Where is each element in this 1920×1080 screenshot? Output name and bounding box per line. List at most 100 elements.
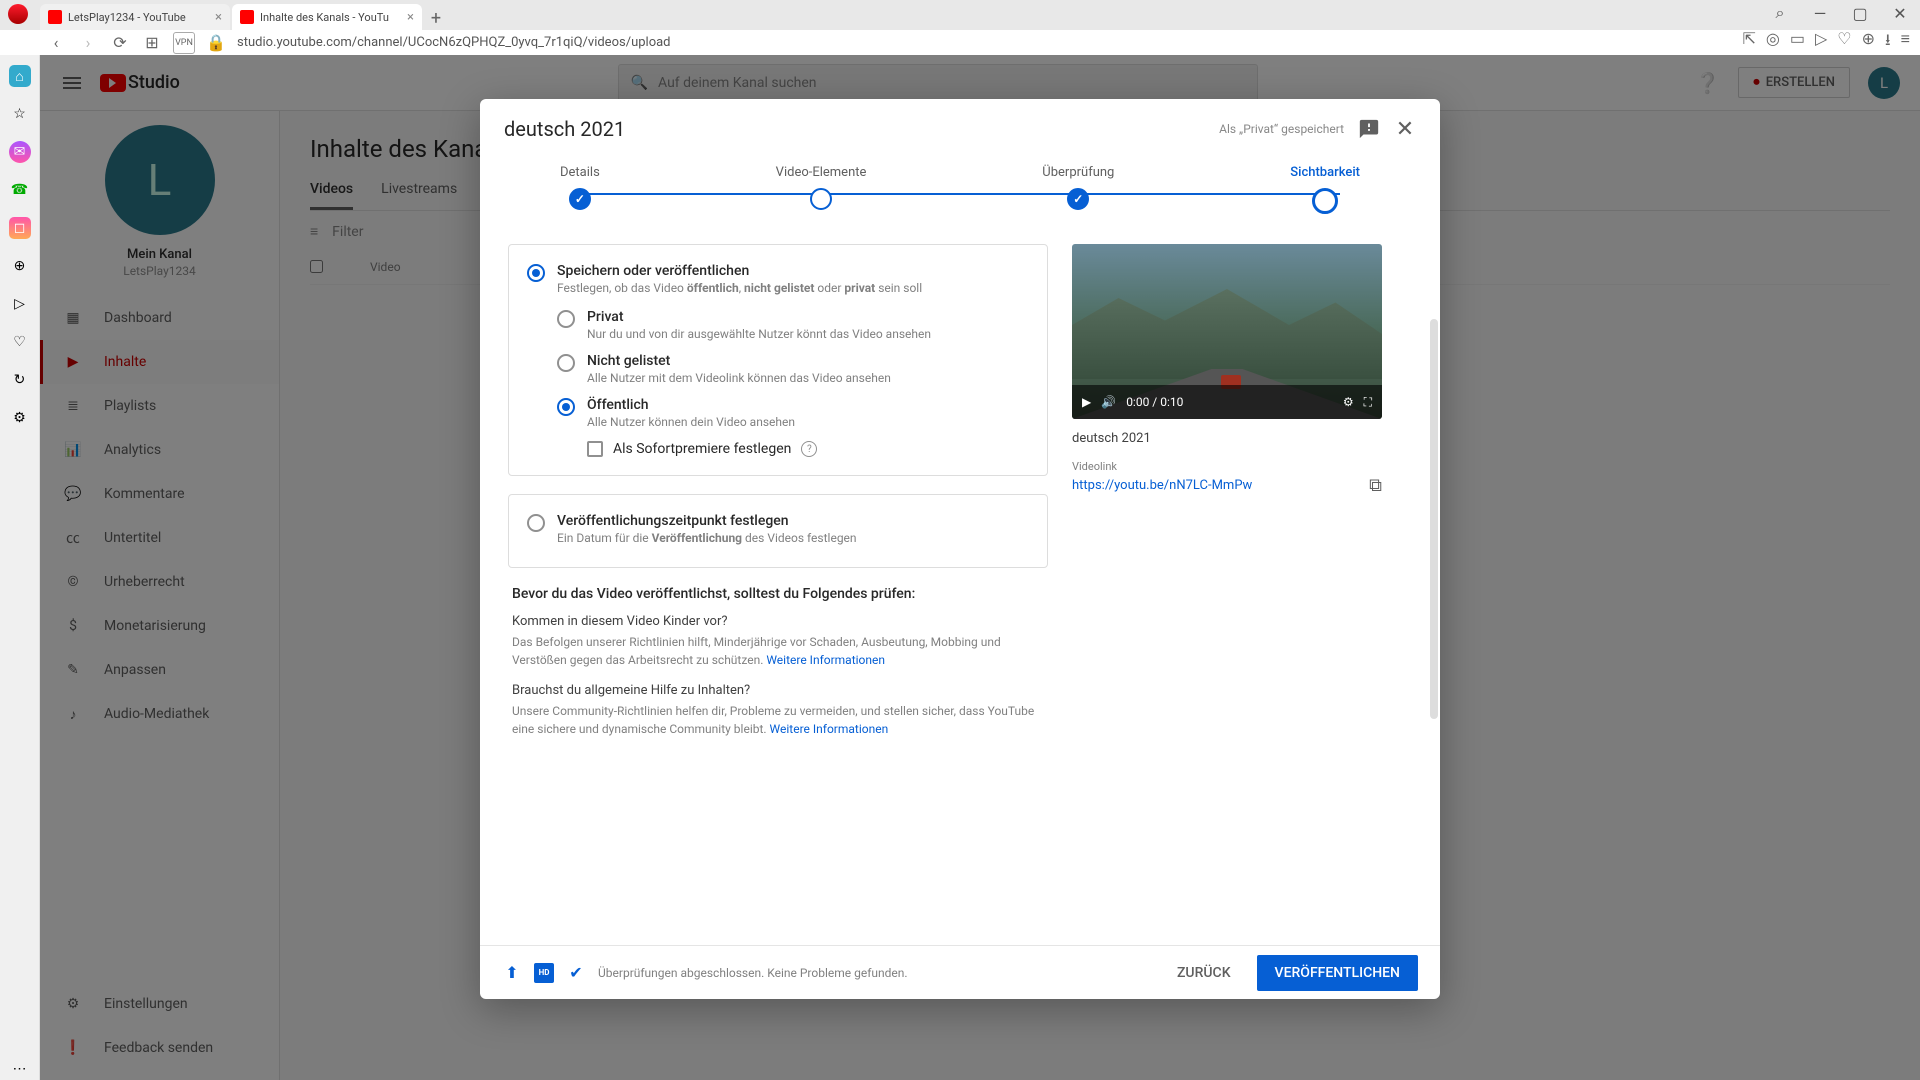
desc-part: sein soll — [875, 281, 922, 295]
desc-part: Ein Datum für die — [557, 531, 652, 545]
toolbar-icon[interactable]: ▷ — [1815, 29, 1827, 56]
new-tab-button[interactable]: + — [424, 6, 448, 30]
desc-part: öffentlich — [687, 281, 739, 295]
step-elements[interactable]: Video-Elemente — [776, 165, 867, 214]
maximize-button[interactable]: ▢ — [1840, 0, 1880, 26]
video-scene — [1072, 289, 1382, 379]
download-icon[interactable]: ⭳ — [1885, 29, 1891, 56]
whatsapp-icon[interactable]: ☎ — [9, 179, 31, 201]
tab-title: LetsPlay1234 - YouTube — [68, 11, 186, 24]
lock-icon[interactable]: 🔒 — [205, 32, 227, 54]
youtube-favicon-icon — [48, 10, 62, 24]
more-icon[interactable]: ⋯ — [9, 1058, 31, 1080]
opera-logo-icon — [8, 4, 28, 24]
toolbar-icon[interactable]: ⇱ — [1742, 29, 1755, 56]
bookmark-icon[interactable]: ☆ — [9, 103, 31, 125]
premiere-checkbox[interactable] — [587, 441, 603, 457]
radio-public[interactable] — [557, 398, 575, 416]
heart-icon[interactable]: ♡ — [1837, 29, 1851, 56]
schedule-card: Veröffentlichungszeitpunkt festlegen Ein… — [508, 494, 1048, 568]
info-text: Das Befolgen unserer Richtlinien hilft, … — [512, 633, 1044, 669]
close-icon[interactable]: ✕ — [1394, 118, 1416, 140]
sidebar-icon[interactable]: ⊕ — [9, 255, 31, 277]
forward-button[interactable]: › — [77, 32, 99, 54]
minimize-button[interactable]: — — [1800, 0, 1840, 26]
option-desc: Alle Nutzer mit dem Videolink können das… — [587, 371, 891, 385]
card-desc: Ein Datum für die Veröffentlichung des V… — [557, 531, 857, 545]
home-icon[interactable]: ⌂ — [9, 65, 31, 87]
youtube-favicon-icon — [240, 10, 254, 24]
video-controls: ▶ 🔊 0:00 / 0:10 ⚙ ⛶ — [1072, 385, 1382, 419]
sidebar-icon[interactable]: ▷ — [9, 293, 31, 315]
close-window-button[interactable]: ✕ — [1880, 0, 1920, 26]
grid-icon[interactable]: ⊞ — [141, 32, 163, 54]
desc-part: oder — [814, 281, 844, 295]
link-label: Videolink — [1072, 460, 1382, 473]
reload-button[interactable]: ⟳ — [109, 32, 131, 54]
step-dot-icon — [1067, 188, 1089, 210]
option-title: Öffentlich — [587, 397, 795, 413]
upload-status-icon: ⬆ — [502, 963, 522, 983]
settings-icon[interactable]: ⚙ — [1343, 395, 1354, 409]
desc-part: nicht gelistet — [744, 281, 814, 295]
fullscreen-icon[interactable]: ⛶ — [1364, 395, 1372, 410]
step-checks[interactable]: Überprüfung — [1042, 165, 1114, 214]
feedback-icon[interactable] — [1358, 118, 1380, 140]
more-info-link[interactable]: Weitere Informationen — [766, 653, 885, 667]
stepper: Details Video-Elemente Überprüfung Sicht… — [480, 159, 1440, 234]
video-preview: ▶ 🔊 0:00 / 0:10 ⚙ ⛶ deutsch 2021 Videoli… — [1072, 244, 1382, 496]
step-dot-icon — [810, 188, 832, 210]
messenger-icon[interactable]: ✉ — [9, 141, 31, 163]
hd-status-icon: HD — [534, 963, 554, 983]
play-icon[interactable]: ▶ — [1082, 395, 1091, 409]
toolbar-icon[interactable]: ◎ — [1766, 29, 1780, 56]
radio-schedule[interactable] — [527, 514, 545, 532]
back-button[interactable]: ‹ — [45, 32, 67, 54]
help-icon[interactable]: ? — [801, 441, 817, 457]
step-label: Überprüfung — [1042, 165, 1114, 180]
browser-chrome: ⌕ — ▢ ✕ LetsPlay1234 - YouTube × Inhalte… — [0, 0, 1920, 55]
step-details[interactable]: Details — [560, 165, 600, 214]
vpn-badge[interactable]: VPN — [173, 32, 195, 54]
toolbar-icon[interactable]: ⊕ — [1862, 29, 1875, 56]
tab-title: Inhalte des Kanals - YouTu — [260, 11, 389, 24]
copy-icon[interactable]: ⧉ — [1369, 475, 1382, 496]
step-label: Sichtbarkeit — [1290, 165, 1360, 180]
option-desc: Alle Nutzer können dein Video ansehen — [587, 415, 795, 429]
before-publish-block: Bevor du das Video veröffentlichst, soll… — [508, 586, 1048, 738]
card-title: Speichern oder veröffentlichen — [557, 263, 922, 279]
upload-modal: deutsch 2021 Als „Privat“ gespeichert ✕ … — [480, 99, 1440, 999]
toolbar-icon[interactable]: ≡ — [1901, 29, 1910, 56]
close-tab-icon[interactable]: × — [215, 10, 222, 25]
video-player[interactable]: ▶ 🔊 0:00 / 0:10 ⚙ ⛶ — [1072, 244, 1382, 419]
history-icon[interactable]: ↻ — [9, 369, 31, 391]
toolbar-icon[interactable]: ▭ — [1790, 29, 1805, 56]
step-label: Details — [560, 165, 600, 180]
info-question: Kommen in diesem Video Kinder vor? — [512, 614, 1044, 629]
radio-private[interactable] — [557, 310, 575, 328]
more-info-link[interactable]: Weitere Informationen — [770, 722, 889, 736]
browser-tab[interactable]: LetsPlay1234 - YouTube × — [40, 4, 230, 30]
desc-part: privat — [844, 281, 875, 295]
browser-tab[interactable]: Inhalte des Kanals - YouTu × — [232, 4, 422, 30]
step-visibility[interactable]: Sichtbarkeit — [1290, 165, 1360, 214]
info-text-body: Das Befolgen unserer Richtlinien hilft, … — [512, 635, 1001, 667]
check-status-icon: ✔ — [566, 963, 586, 983]
instagram-icon[interactable]: ◻ — [9, 217, 31, 239]
step-dot-icon — [1312, 188, 1338, 214]
sidebar-icon[interactable]: ⚙ — [9, 407, 31, 429]
step-dot-icon — [569, 188, 591, 210]
radio-unlisted[interactable] — [557, 354, 575, 372]
volume-icon[interactable]: 🔊 — [1101, 395, 1116, 409]
radio-save-publish[interactable] — [527, 264, 545, 282]
video-link[interactable]: https://youtu.be/nN7LC-MmPw — [1072, 478, 1252, 493]
close-tab-icon[interactable]: × — [407, 10, 414, 25]
back-button[interactable]: ZURÜCK — [1163, 957, 1245, 989]
search-window-icon[interactable]: ⌕ — [1760, 0, 1800, 26]
step-label: Video-Elemente — [776, 165, 867, 180]
scrollbar[interactable] — [1430, 319, 1438, 719]
publish-button[interactable]: VERÖFFENTLICHEN — [1257, 955, 1418, 991]
sidebar-icon[interactable]: ♡ — [9, 331, 31, 353]
address-bar[interactable]: studio.youtube.com/channel/UCocN6zQPHQZ_… — [237, 35, 1732, 50]
option-title: Nicht gelistet — [587, 353, 891, 369]
